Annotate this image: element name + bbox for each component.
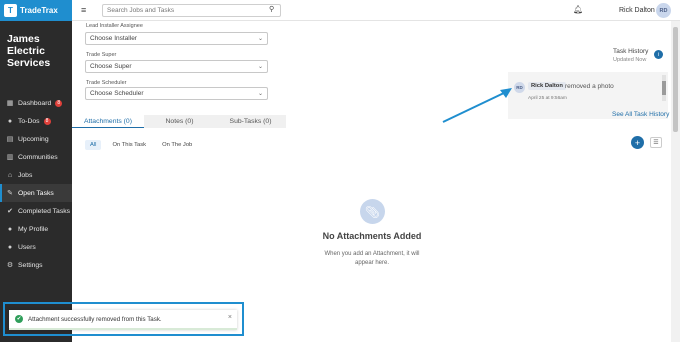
empty-state-title: No Attachments Added: [322, 231, 422, 241]
top-bar: ≡ ⚲ 🔔︎ Rick Dalton RD: [72, 0, 680, 21]
history-scrollbar[interactable]: [662, 75, 666, 101]
task-history-updated: Updated Now: [613, 57, 647, 63]
company-name: James Electric Services: [7, 33, 51, 69]
hamburger-menu-icon[interactable]: ≡: [81, 5, 86, 15]
history-entry-action: removed a photo: [565, 83, 614, 90]
sidebar: T TradeTrax James Electric Services ▦ Da…: [0, 0, 72, 342]
scheduler-select-value: Choose Scheduler: [90, 90, 144, 97]
sidebar-item-label: My Profile: [18, 225, 49, 233]
avatar[interactable]: RD: [656, 3, 671, 18]
list-view-button[interactable]: ☰: [650, 137, 662, 148]
scrollbar-thumb[interactable]: [673, 27, 678, 132]
sidebar-item-todos[interactable]: ● To-Dos 8: [0, 112, 72, 130]
sidebar-item-dashboard[interactable]: ▦ Dashboard 8: [0, 94, 72, 112]
sidebar-item-completed-tasks[interactable]: ✔ Completed Tasks: [0, 202, 72, 220]
sidebar-item-settings[interactable]: ⚙ Settings: [0, 256, 72, 274]
home-icon: ⌂: [7, 171, 13, 179]
sidebar-item-label: Settings: [18, 261, 43, 269]
close-icon[interactable]: ×: [228, 314, 232, 321]
sidebar-item-label: Completed Tasks: [18, 207, 71, 215]
arrow-shaft: [442, 91, 507, 123]
sidebar-item-upcoming[interactable]: ▤ Upcoming: [0, 130, 72, 148]
sidebar-item-my-profile[interactable]: ● My Profile: [0, 220, 72, 238]
bell-icon[interactable]: 🔔︎: [573, 5, 583, 14]
sidebar-item-label: Users: [18, 243, 36, 251]
sidebar-item-label: To-Dos: [18, 117, 40, 125]
add-attachment-button[interactable]: +: [631, 136, 644, 149]
users-icon: ●: [7, 243, 13, 251]
search-input[interactable]: [102, 4, 281, 17]
history-entry-time: April 25 at 9:56am: [528, 96, 567, 101]
content-tabs: Attachments (0) Notes (0) Sub-Tasks (0): [72, 115, 286, 128]
filter-on-this-task[interactable]: On This Task: [107, 140, 151, 150]
super-select-value: Choose Super: [90, 63, 132, 70]
sidebar-item-label: Open Tasks: [18, 189, 54, 197]
dashboard-count-badge: 8: [55, 99, 63, 107]
paperclip-icon: 📎︎: [360, 199, 385, 224]
see-all-task-history-link[interactable]: See All Task History: [612, 111, 669, 118]
super-label: Trade Super: [86, 52, 117, 58]
sidebar-item-users[interactable]: ● Users: [0, 238, 72, 256]
info-icon[interactable]: i: [654, 50, 663, 59]
toast-message: Attachment successfully removed from thi…: [28, 315, 162, 323]
annotation-arrow: [442, 88, 512, 123]
installer-label: Lead Installer Assignee: [86, 23, 143, 29]
sidebar-item-open-tasks[interactable]: ✎ Open Tasks: [0, 184, 72, 202]
alert-circle-icon: ●: [7, 117, 13, 125]
wrench-icon: ✎: [7, 190, 13, 197]
sidebar-item-communities[interactable]: ▥ Communities: [0, 148, 72, 166]
chevron-down-icon: ⌄: [257, 91, 263, 97]
building-icon: ▥: [6, 154, 14, 161]
brand-bar[interactable]: T TradeTrax: [0, 0, 72, 21]
attachment-filters: All On This Task On The Job: [85, 140, 197, 150]
installer-select-value: Choose Installer: [90, 35, 137, 42]
scheduler-select[interactable]: Choose Scheduler ⌄: [85, 87, 268, 100]
tab-attachments[interactable]: Attachments (0): [72, 115, 144, 128]
check-circle-icon: ✔: [7, 208, 13, 215]
todos-count-badge: 8: [43, 117, 51, 125]
history-entry-user[interactable]: Rick Dalton: [528, 82, 566, 90]
filter-on-the-job[interactable]: On The Job: [157, 140, 197, 150]
chevron-down-icon: ⌄: [257, 36, 263, 42]
sidebar-item-jobs[interactable]: ⌂ Jobs: [0, 166, 72, 184]
page-scrollbar[interactable]: [671, 21, 680, 342]
super-select[interactable]: Choose Super ⌄: [85, 60, 268, 73]
empty-state-subtitle: When you add an Attachment, it will appe…: [324, 251, 420, 266]
check-circle-icon: ✔: [15, 315, 23, 323]
dashboard-icon: ▦: [6, 100, 14, 107]
scheduler-label: Trade Scheduler: [86, 80, 127, 86]
tab-notes[interactable]: Notes (0): [144, 115, 215, 128]
sidebar-item-label: Jobs: [18, 171, 33, 179]
tab-sub-tasks[interactable]: Sub-Tasks (0): [215, 115, 286, 128]
installer-select[interactable]: Choose Installer ⌄: [85, 32, 268, 45]
calendar-icon: ▤: [6, 136, 14, 143]
user-name[interactable]: Rick Dalton: [619, 7, 655, 14]
gear-icon: ⚙: [6, 262, 14, 269]
toast-notification: ✔ Attachment successfully removed from t…: [9, 310, 237, 330]
chevron-down-icon: ⌄: [257, 64, 263, 70]
task-history-title: Task History: [613, 48, 649, 55]
search-icon[interactable]: ⚲: [269, 5, 274, 13]
brand-name: TradeTrax: [20, 6, 58, 15]
sidebar-item-label: Dashboard: [18, 99, 52, 107]
sidebar-item-label: Communities: [18, 153, 58, 161]
plus-icon: +: [634, 137, 641, 148]
sidebar-item-label: Upcoming: [18, 135, 49, 143]
user-icon: ●: [7, 225, 13, 233]
list-icon: ☰: [653, 140, 659, 146]
filter-all[interactable]: All: [85, 140, 102, 150]
tradetrax-logo-icon: T: [4, 4, 17, 17]
